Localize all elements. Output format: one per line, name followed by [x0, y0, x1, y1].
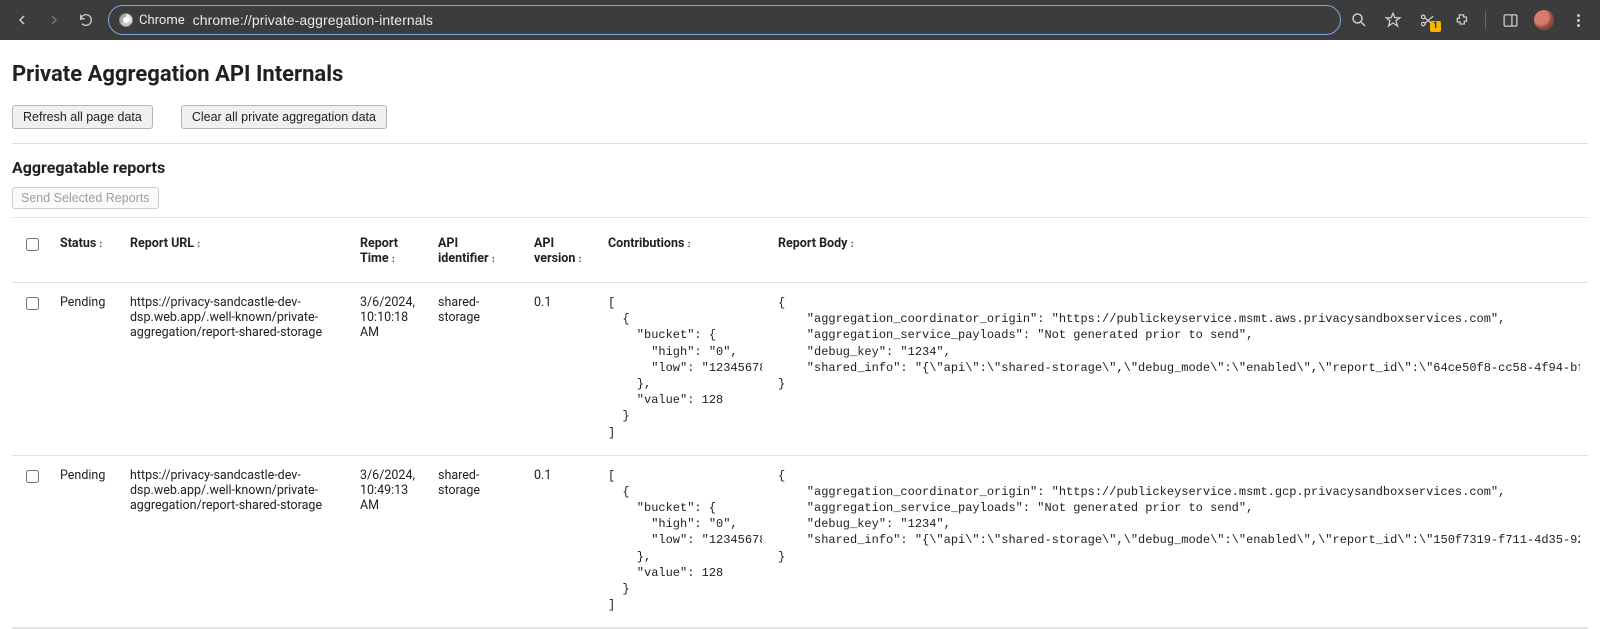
body-pre: { "aggregation_coordinator_origin": "htt…: [778, 468, 1580, 565]
cell-api-version: 0.1: [526, 455, 600, 628]
nav-arrows: [8, 6, 100, 34]
row-checkbox[interactable]: [26, 297, 39, 310]
reports-table-wrap: Status↕ Report URL↕ Report Time↕ API ide…: [12, 217, 1588, 629]
contributions-pre: [ { "bucket": { "high": "0", "low": "123…: [608, 468, 762, 614]
back-button[interactable]: [8, 6, 36, 34]
cell-contributions: [ { "bucket": { "high": "0", "low": "123…: [600, 455, 770, 628]
select-all-checkbox[interactable]: [26, 238, 39, 251]
divider: [12, 143, 1588, 144]
row-checkbox-cell: [12, 455, 52, 628]
body-pre: { "aggregation_coordinator_origin": "htt…: [778, 295, 1580, 392]
header-api-identifier[interactable]: API identifier↕: [430, 218, 526, 283]
cell-api-identifier: shared-storage: [430, 455, 526, 628]
clear-button[interactable]: Clear all private aggregation data: [181, 105, 387, 129]
cell-report-url: https://privacy-sandcastle-dev-dsp.web.a…: [122, 283, 352, 456]
table-header-row: Status↕ Report URL↕ Report Time↕ API ide…: [12, 218, 1588, 283]
browser-toolbar: Chrome chrome://private-aggregation-inte…: [0, 0, 1600, 40]
page-title: Private Aggregation API Internals: [12, 62, 1588, 87]
kebab-icon: [1577, 14, 1580, 27]
zoom-icon[interactable]: [1349, 10, 1369, 30]
header-api-version[interactable]: API version↕: [526, 218, 600, 283]
url-text: chrome://private-aggregation-internals: [193, 12, 433, 28]
cell-report-url: https://privacy-sandcastle-dev-dsp.web.a…: [122, 455, 352, 628]
chrome-icon: [119, 13, 133, 27]
send-selected-button[interactable]: Send Selected Reports: [12, 187, 159, 209]
site-chip: Chrome: [119, 13, 185, 28]
header-contributions[interactable]: Contributions↕: [600, 218, 770, 283]
cell-report-time: 3/6/2024, 10:10:18 AM: [352, 283, 430, 456]
cell-status: Pending: [52, 455, 122, 628]
action-button-row: Refresh all page data Clear all private …: [12, 105, 1588, 129]
cell-api-identifier: shared-storage: [430, 283, 526, 456]
forward-button[interactable]: [40, 6, 68, 34]
row-checkbox-cell: [12, 283, 52, 456]
toolbar-separator: [1485, 11, 1486, 29]
row-checkbox[interactable]: [26, 470, 39, 483]
table-row: Pendinghttps://privacy-sandcastle-dev-ds…: [12, 455, 1588, 628]
site-chip-label: Chrome: [139, 13, 185, 28]
reload-button[interactable]: [72, 6, 100, 34]
header-status[interactable]: Status↕: [52, 218, 122, 283]
address-bar[interactable]: Chrome chrome://private-aggregation-inte…: [108, 5, 1341, 35]
cell-contributions: [ { "bucket": { "high": "0", "low": "123…: [600, 283, 770, 456]
header-report-body[interactable]: Report Body↕: [770, 218, 1588, 283]
bookmark-icon[interactable]: [1383, 10, 1403, 30]
extension-scissors-icon[interactable]: 1: [1417, 10, 1437, 30]
cell-report-body: { "aggregation_coordinator_origin": "htt…: [770, 455, 1588, 628]
toolbar-right: 1: [1349, 10, 1592, 30]
cell-report-time: 3/6/2024, 10:49:13 AM: [352, 455, 430, 628]
reports-table: Status↕ Report URL↕ Report Time↕ API ide…: [12, 218, 1588, 628]
header-report-url[interactable]: Report URL↕: [122, 218, 352, 283]
menu-button[interactable]: [1568, 10, 1588, 30]
refresh-button[interactable]: Refresh all page data: [12, 105, 153, 129]
extensions-icon[interactable]: [1451, 10, 1471, 30]
cell-api-version: 0.1: [526, 283, 600, 456]
section-title: Aggregatable reports: [12, 158, 1588, 177]
contributions-pre: [ { "bucket": { "high": "0", "low": "123…: [608, 295, 762, 441]
side-panel-icon[interactable]: [1500, 10, 1520, 30]
header-report-time[interactable]: Report Time↕: [352, 218, 430, 283]
table-row: Pendinghttps://privacy-sandcastle-dev-ds…: [12, 283, 1588, 456]
header-checkbox[interactable]: [12, 218, 52, 283]
cell-status: Pending: [52, 283, 122, 456]
page-content: Private Aggregation API Internals Refres…: [0, 40, 1600, 629]
cell-report-body: { "aggregation_coordinator_origin": "htt…: [770, 283, 1588, 456]
extension-badge: 1: [1430, 21, 1441, 32]
profile-avatar[interactable]: [1534, 10, 1554, 30]
